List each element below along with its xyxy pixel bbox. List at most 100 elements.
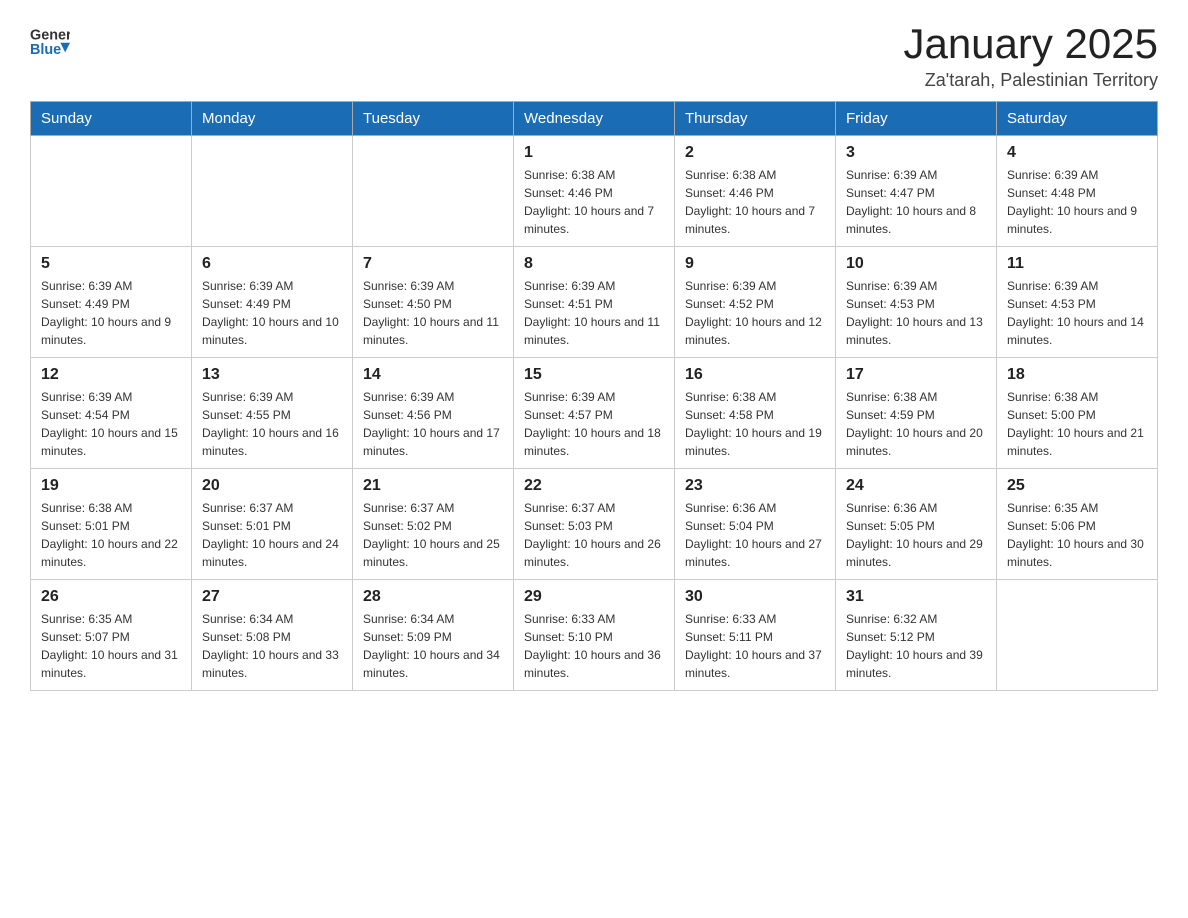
table-row	[192, 136, 353, 247]
day-number: 27	[202, 588, 342, 606]
day-info: Sunrise: 6:39 AM Sunset: 4:48 PM Dayligh…	[1007, 166, 1147, 238]
day-info: Sunrise: 6:36 AM Sunset: 5:05 PM Dayligh…	[846, 499, 986, 571]
day-number: 30	[685, 588, 825, 606]
table-row: 17 Sunrise: 6:38 AM Sunset: 4:59 PM Dayli…	[836, 358, 997, 469]
table-row: 3 Sunrise: 6:39 AM Sunset: 4:47 PM Daylig…	[836, 136, 997, 247]
day-info: Sunrise: 6:32 AM Sunset: 5:12 PM Dayligh…	[846, 610, 986, 682]
day-number: 28	[363, 588, 503, 606]
header-sunday: Sunday	[31, 102, 192, 136]
day-number: 12	[41, 366, 181, 384]
day-info: Sunrise: 6:39 AM Sunset: 4:57 PM Dayligh…	[524, 388, 664, 460]
general-blue-logo-icon: General Blue	[30, 20, 70, 60]
day-info: Sunrise: 6:38 AM Sunset: 4:58 PM Dayligh…	[685, 388, 825, 460]
page-header: General Blue January 2025 Za'tarah, Pale…	[30, 20, 1158, 91]
table-row: 24 Sunrise: 6:36 AM Sunset: 5:05 PM Dayli…	[836, 469, 997, 580]
calendar-week-row: 1 Sunrise: 6:38 AM Sunset: 4:46 PM Daylig…	[31, 136, 1158, 247]
day-number: 20	[202, 477, 342, 495]
table-row: 10 Sunrise: 6:39 AM Sunset: 4:53 PM Dayli…	[836, 247, 997, 358]
calendar-table: Sunday Monday Tuesday Wednesday Thursday…	[30, 101, 1158, 691]
table-row: 6 Sunrise: 6:39 AM Sunset: 4:49 PM Daylig…	[192, 247, 353, 358]
table-row: 21Sunrise: 6:37 AM Sunset: 5:02 PM Dayli…	[353, 469, 514, 580]
day-info: Sunrise: 6:39 AM Sunset: 4:49 PM Dayligh…	[41, 277, 181, 349]
day-number: 11	[1007, 255, 1147, 273]
calendar-header-row: Sunday Monday Tuesday Wednesday Thursday…	[31, 102, 1158, 136]
day-number: 3	[846, 144, 986, 162]
day-info: Sunrise: 6:37 AM Sunset: 5:03 PM Dayligh…	[524, 499, 664, 571]
day-number: 29	[524, 588, 664, 606]
table-row: 25 Sunrise: 6:35 AM Sunset: 5:06 PM Dayli…	[997, 469, 1158, 580]
day-info: Sunrise: 6:38 AM Sunset: 5:01 PM Dayligh…	[41, 499, 181, 571]
table-row: 19Sunrise: 6:38 AM Sunset: 5:01 PM Dayli…	[31, 469, 192, 580]
table-row: 20 Sunrise: 6:37 AM Sunset: 5:01 PM Dayli…	[192, 469, 353, 580]
day-info: Sunrise: 6:37 AM Sunset: 5:02 PM Dayligh…	[363, 499, 503, 571]
header-friday: Friday	[836, 102, 997, 136]
month-title: January 2025	[903, 20, 1158, 68]
day-info: Sunrise: 6:39 AM Sunset: 4:53 PM Dayligh…	[846, 277, 986, 349]
day-info: Sunrise: 6:39 AM Sunset: 4:54 PM Dayligh…	[41, 388, 181, 460]
day-info: Sunrise: 6:35 AM Sunset: 5:07 PM Dayligh…	[41, 610, 181, 682]
day-number: 13	[202, 366, 342, 384]
title-section: January 2025 Za'tarah, Palestinian Terri…	[903, 20, 1158, 91]
day-number: 24	[846, 477, 986, 495]
table-row: 12 Sunrise: 6:39 AM Sunset: 4:54 PM Dayli…	[31, 358, 192, 469]
day-number: 23	[685, 477, 825, 495]
day-info: Sunrise: 6:36 AM Sunset: 5:04 PM Dayligh…	[685, 499, 825, 571]
day-info: Sunrise: 6:37 AM Sunset: 5:01 PM Dayligh…	[202, 499, 342, 571]
location-title: Za'tarah, Palestinian Territory	[903, 70, 1158, 91]
day-number: 1	[524, 144, 664, 162]
table-row: 4Sunrise: 6:39 AM Sunset: 4:48 PM Daylig…	[997, 136, 1158, 247]
calendar-week-row: 12 Sunrise: 6:39 AM Sunset: 4:54 PM Dayli…	[31, 358, 1158, 469]
table-row: 15 Sunrise: 6:39 AM Sunset: 4:57 PM Dayli…	[514, 358, 675, 469]
day-info: Sunrise: 6:34 AM Sunset: 5:09 PM Dayligh…	[363, 610, 503, 682]
day-number: 26	[41, 588, 181, 606]
header-tuesday: Tuesday	[353, 102, 514, 136]
day-number: 17	[846, 366, 986, 384]
day-info: Sunrise: 6:34 AM Sunset: 5:08 PM Dayligh…	[202, 610, 342, 682]
table-row: 8Sunrise: 6:39 AM Sunset: 4:51 PM Daylig…	[514, 247, 675, 358]
day-info: Sunrise: 6:33 AM Sunset: 5:11 PM Dayligh…	[685, 610, 825, 682]
table-row: 23 Sunrise: 6:36 AM Sunset: 5:04 PM Dayli…	[675, 469, 836, 580]
table-row: 18 Sunrise: 6:38 AM Sunset: 5:00 PM Dayli…	[997, 358, 1158, 469]
table-row: 14Sunrise: 6:39 AM Sunset: 4:56 PM Dayli…	[353, 358, 514, 469]
table-row	[997, 580, 1158, 691]
day-info: Sunrise: 6:38 AM Sunset: 4:59 PM Dayligh…	[846, 388, 986, 460]
day-info: Sunrise: 6:39 AM Sunset: 4:47 PM Dayligh…	[846, 166, 986, 238]
day-info: Sunrise: 6:35 AM Sunset: 5:06 PM Dayligh…	[1007, 499, 1147, 571]
header-saturday: Saturday	[997, 102, 1158, 136]
day-info: Sunrise: 6:39 AM Sunset: 4:51 PM Dayligh…	[524, 277, 664, 349]
table-row: 1 Sunrise: 6:38 AM Sunset: 4:46 PM Daylig…	[514, 136, 675, 247]
table-row: 22 Sunrise: 6:37 AM Sunset: 5:03 PM Dayli…	[514, 469, 675, 580]
day-info: Sunrise: 6:38 AM Sunset: 4:46 PM Dayligh…	[685, 166, 825, 238]
day-info: Sunrise: 6:38 AM Sunset: 4:46 PM Dayligh…	[524, 166, 664, 238]
table-row: 27 Sunrise: 6:34 AM Sunset: 5:08 PM Dayli…	[192, 580, 353, 691]
day-info: Sunrise: 6:38 AM Sunset: 5:00 PM Dayligh…	[1007, 388, 1147, 460]
day-number: 2	[685, 144, 825, 162]
day-info: Sunrise: 6:39 AM Sunset: 4:52 PM Dayligh…	[685, 277, 825, 349]
day-info: Sunrise: 6:39 AM Sunset: 4:49 PM Dayligh…	[202, 277, 342, 349]
day-number: 15	[524, 366, 664, 384]
day-number: 18	[1007, 366, 1147, 384]
table-row: 16 Sunrise: 6:38 AM Sunset: 4:58 PM Dayli…	[675, 358, 836, 469]
table-row	[353, 136, 514, 247]
day-number: 16	[685, 366, 825, 384]
table-row: 29 Sunrise: 6:33 AM Sunset: 5:10 PM Dayli…	[514, 580, 675, 691]
calendar-week-row: 26 Sunrise: 6:35 AM Sunset: 5:07 PM Dayli…	[31, 580, 1158, 691]
day-number: 14	[363, 366, 503, 384]
table-row: 31 Sunrise: 6:32 AM Sunset: 5:12 PM Dayli…	[836, 580, 997, 691]
day-number: 22	[524, 477, 664, 495]
header-monday: Monday	[192, 102, 353, 136]
svg-text:Blue: Blue	[30, 42, 61, 58]
day-info: Sunrise: 6:39 AM Sunset: 4:55 PM Dayligh…	[202, 388, 342, 460]
header-thursday: Thursday	[675, 102, 836, 136]
day-info: Sunrise: 6:39 AM Sunset: 4:50 PM Dayligh…	[363, 277, 503, 349]
calendar-week-row: 19Sunrise: 6:38 AM Sunset: 5:01 PM Dayli…	[31, 469, 1158, 580]
day-number: 6	[202, 255, 342, 273]
table-row: 7Sunrise: 6:39 AM Sunset: 4:50 PM Daylig…	[353, 247, 514, 358]
table-row: 9Sunrise: 6:39 AM Sunset: 4:52 PM Daylig…	[675, 247, 836, 358]
day-number: 10	[846, 255, 986, 273]
table-row: 30 Sunrise: 6:33 AM Sunset: 5:11 PM Dayli…	[675, 580, 836, 691]
day-number: 5	[41, 255, 181, 273]
day-number: 25	[1007, 477, 1147, 495]
day-info: Sunrise: 6:33 AM Sunset: 5:10 PM Dayligh…	[524, 610, 664, 682]
day-number: 31	[846, 588, 986, 606]
